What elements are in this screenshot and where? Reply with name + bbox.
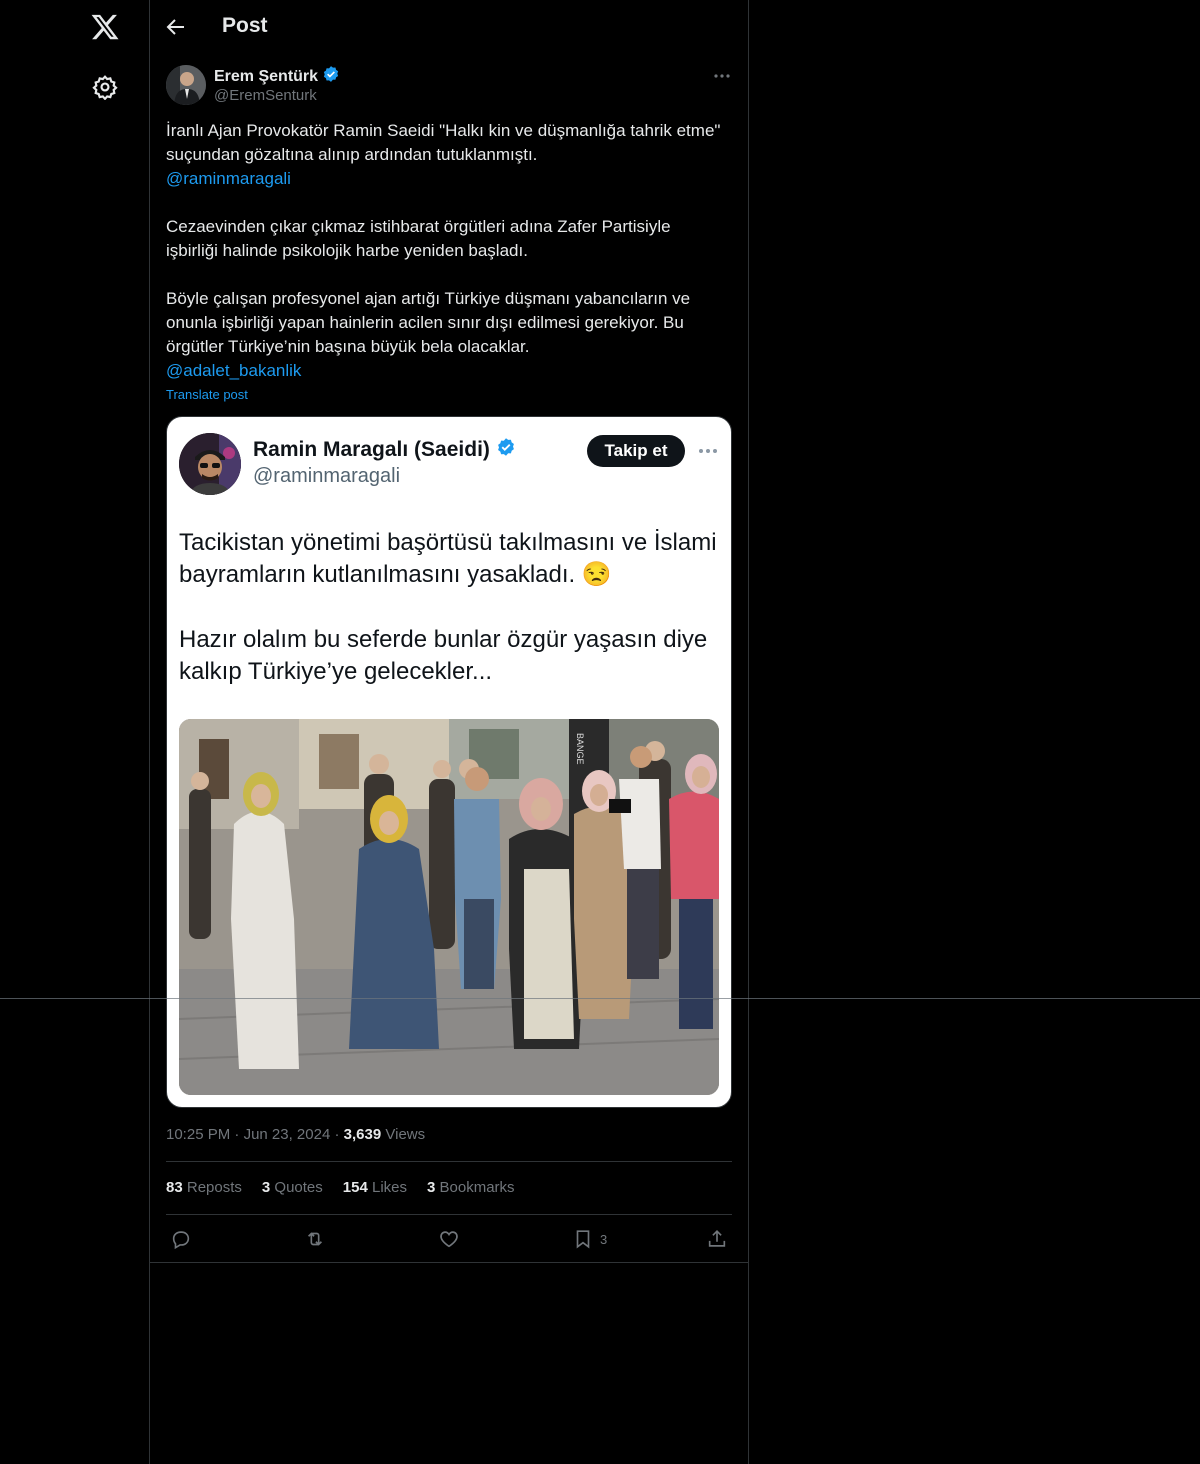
reply-icon xyxy=(172,1231,190,1250)
author-name-text[interactable]: Erem Şentürk xyxy=(214,68,318,86)
more-icon xyxy=(697,441,719,461)
mention-link[interactable]: @adalet_bakanlik xyxy=(166,361,301,380)
embedded-follow-button: Takip et xyxy=(587,435,685,467)
reply-button[interactable] xyxy=(170,1228,192,1250)
post-column: Post Erem Şentürk @EremSenturk İranlı Aj… xyxy=(150,0,748,1464)
engagement-stats: 83 Reposts 3 Quotes 154 Likes 3 Bookmark… xyxy=(166,1179,515,1196)
embedded-avatar xyxy=(179,433,241,495)
embedded-line-1: Tacikistan yönetimi başörtüsü takılmasın… xyxy=(179,529,717,588)
quotes-stat[interactable]: 3 Quotes xyxy=(262,1179,323,1196)
gear-icon[interactable] xyxy=(92,74,118,101)
post-paragraph-2: Cezaevinden çıkar çıkmaz istihbarat örgü… xyxy=(166,217,671,260)
page-title: Post xyxy=(222,14,268,37)
meta-separator: · xyxy=(334,1126,340,1143)
divider xyxy=(150,1262,748,1263)
views-count: 3,639 xyxy=(343,1126,382,1143)
photo-store-sign: BANGE xyxy=(575,733,585,765)
like-button[interactable] xyxy=(438,1228,460,1250)
author-handle[interactable]: @EremSenturk xyxy=(214,87,317,104)
post-paragraph-3: Böyle çalışan profesyonel ajan artığı Tü… xyxy=(166,289,691,356)
verified-icon xyxy=(322,65,340,88)
repost-button[interactable] xyxy=(304,1228,326,1250)
bookmarks-stat[interactable]: 3 Bookmarks xyxy=(427,1179,515,1196)
avatar[interactable] xyxy=(166,65,206,105)
post-paragraph-1: İranlı Ajan Provokatör Ramin Saeidi "Hal… xyxy=(166,121,721,164)
share-icon xyxy=(708,1230,726,1247)
views-label: Views xyxy=(385,1126,426,1143)
reposts-stat[interactable]: 83 Reposts xyxy=(166,1179,242,1196)
post-meta: 10:25 PM · Jun 23, 2024 · 3,639 Views xyxy=(166,1126,425,1143)
more-icon[interactable] xyxy=(712,66,732,86)
header: Post xyxy=(150,0,748,54)
translate-post-link[interactable]: Translate post xyxy=(166,387,248,402)
divider xyxy=(166,1214,732,1215)
post-date[interactable]: Jun 23, 2024 xyxy=(244,1126,331,1143)
left-nav xyxy=(0,0,149,1464)
author-name[interactable]: Erem Şentürk xyxy=(214,65,340,88)
embedded-name-text: Ramin Maragalı (Saeidi) xyxy=(253,438,490,461)
embedded-text: Tacikistan yönetimi başörtüsü takılmasın… xyxy=(179,527,724,688)
post-text: İranlı Ajan Provokatör Ramin Saeidi "Hal… xyxy=(166,119,726,383)
meta-separator: · xyxy=(234,1126,240,1143)
like-icon xyxy=(440,1231,458,1248)
back-arrow-icon[interactable] xyxy=(164,15,188,39)
likes-stat[interactable]: 154 Likes xyxy=(343,1179,407,1196)
divider-right xyxy=(748,0,749,1464)
post-time[interactable]: 10:25 PM xyxy=(166,1126,230,1143)
repost-icon xyxy=(307,1232,323,1246)
post-image[interactable]: Ramin Maragalı (Saeidi) @raminmaragali T… xyxy=(166,416,732,1108)
verified-icon xyxy=(496,437,516,463)
divider xyxy=(166,1161,732,1162)
embedded-handle: @raminmaragali xyxy=(253,465,401,487)
horizontal-rule xyxy=(0,998,1200,999)
embedded-line-2: Hazır olalım bu seferde bunlar özgür yaş… xyxy=(179,626,708,685)
x-logo-icon[interactable] xyxy=(90,12,120,42)
bookmark-count: 3 xyxy=(600,1231,608,1247)
street-photo: BANGE xyxy=(179,719,719,1095)
share-button[interactable] xyxy=(706,1228,728,1250)
mention-link[interactable]: @raminmaragali xyxy=(166,169,291,188)
bookmark-button[interactable]: 3 xyxy=(572,1228,607,1250)
embedded-author-name: Ramin Maragalı (Saeidi) xyxy=(253,437,516,463)
bookmark-icon xyxy=(576,1230,590,1249)
